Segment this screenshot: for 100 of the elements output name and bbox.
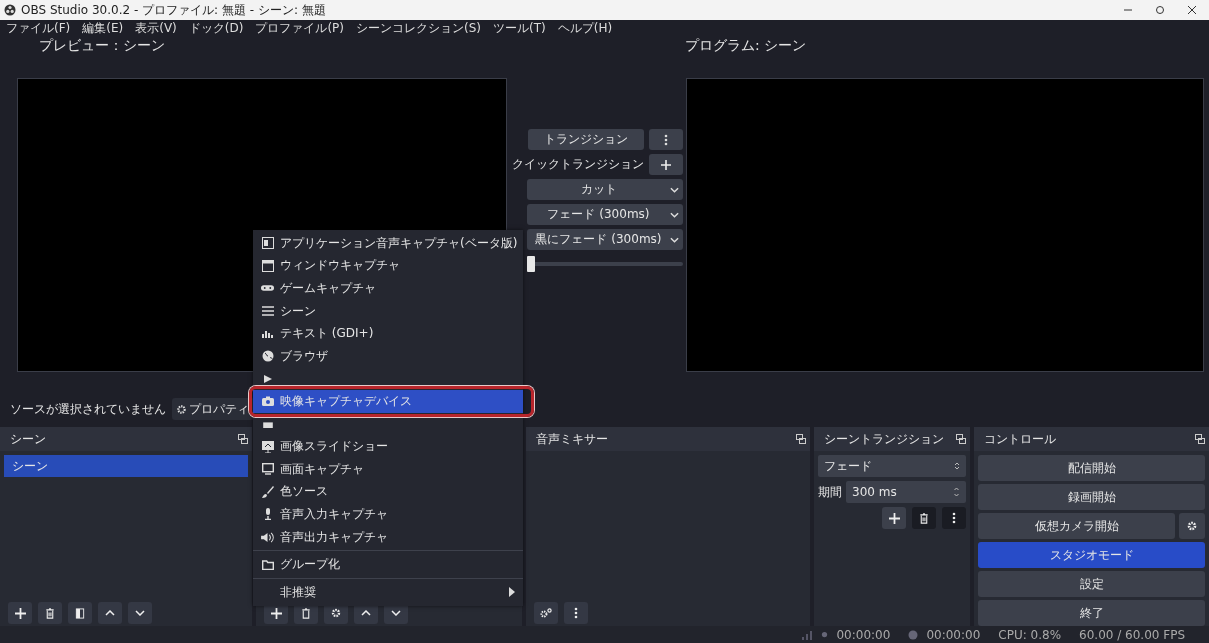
transition-button[interactable]: トランジション <box>528 129 644 150</box>
plus-icon <box>270 607 282 619</box>
dots-icon <box>574 607 578 619</box>
move-up-button[interactable] <box>98 602 122 624</box>
menu-item[interactable]: 音声出力キャプチャ <box>253 525 523 549</box>
globe-icon <box>261 350 274 363</box>
undock-icon[interactable] <box>956 434 966 444</box>
submenu-arrow-icon <box>509 587 515 598</box>
microphone-icon <box>262 508 273 521</box>
menu-item[interactable]: 映像キャプチャデバイス <box>253 390 523 413</box>
menu-item[interactable]: ヘルプ(H) <box>557 19 613 37</box>
stream-dot-icon <box>821 631 829 638</box>
menu-item[interactable]: 音声入力キャプチャ <box>253 503 523 526</box>
properties-button[interactable]: プロパティ <box>172 398 254 420</box>
duration-label: 期間 <box>818 483 842 501</box>
quick-transition-button[interactable]: カット <box>527 179 683 200</box>
menu-item[interactable]: ウィンドウキャプチャ <box>253 254 523 278</box>
quick-transition-label: クイックトランジション <box>512 156 644 173</box>
remove-button[interactable] <box>38 602 62 624</box>
source-status: ソースが選択されていません <box>10 400 166 418</box>
dots-icon <box>664 133 668 146</box>
menu-item[interactable]: ファイル(F) <box>6 19 71 37</box>
dock-title: シーン <box>10 430 46 448</box>
undock-icon[interactable] <box>796 434 806 444</box>
more-button[interactable] <box>564 602 588 624</box>
quick-transition-button[interactable]: フェード (300ms) <box>527 204 683 225</box>
menu-item[interactable]: 非推奨 <box>253 580 523 604</box>
record-dot-icon <box>908 629 919 640</box>
menu-item[interactable]: 編集(E) <box>82 19 124 37</box>
plus-icon <box>14 607 26 619</box>
menu-item[interactable]: ドック(D) <box>188 19 244 37</box>
menu-item[interactable]: 色ソース <box>253 480 523 504</box>
transition-slider[interactable] <box>527 256 683 272</box>
undock-icon[interactable] <box>238 434 248 444</box>
app-logo-icon <box>4 4 16 16</box>
trash-icon <box>301 607 311 619</box>
chevron-up-icon <box>361 610 371 616</box>
menu-item[interactable]: ツール(T) <box>493 19 546 37</box>
menu-item[interactable]: 画面キャプチャ <box>253 457 523 481</box>
menu-item[interactable]: シーンコレクション(S) <box>356 19 481 37</box>
gear-icon <box>177 404 186 414</box>
camera-icon <box>261 396 274 407</box>
brush-icon <box>261 485 274 498</box>
dock-title: シーントランジション <box>824 430 944 448</box>
transition-select[interactable]: フェード <box>818 455 966 477</box>
chevron-down-icon <box>670 236 679 243</box>
menu-item[interactable]: シーン <box>253 299 523 323</box>
duration-field[interactable]: 300 ms <box>846 481 966 503</box>
control-button[interactable]: 録画開始 <box>978 484 1205 510</box>
filters-button[interactable] <box>68 602 92 624</box>
control-button[interactable]: 設定 <box>978 571 1205 597</box>
menu-item[interactable]: 表示(V) <box>135 19 177 37</box>
menu-item[interactable]: ゲームキャプチャ <box>253 277 523 300</box>
preview-label: プレビュー：シーン <box>39 36 166 55</box>
filter-icon <box>75 607 85 619</box>
image-icon <box>261 420 274 429</box>
stream-time: 00:00:00 <box>836 627 891 642</box>
add-button[interactable] <box>8 602 32 624</box>
gear-icon <box>1187 521 1197 531</box>
control-button[interactable]: スタジオモード <box>978 542 1205 568</box>
menu-item[interactable]: アプリケーション音声キャプチャ(ベータ版) <box>253 232 523 255</box>
chevron-down-icon <box>135 610 145 616</box>
quick-transition-button[interactable]: 黒にフェード (300ms) <box>527 229 683 250</box>
window-icon <box>261 259 274 272</box>
close-icon[interactable] <box>1187 5 1197 15</box>
remove-button[interactable] <box>912 507 936 529</box>
gamepad-icon <box>261 284 274 293</box>
spin-arrows-icon <box>953 486 960 498</box>
menu-item[interactable]: グループ化 <box>253 553 523 576</box>
plus-icon <box>888 512 900 524</box>
cpu-usage: CPU: 0.8% <box>998 627 1062 642</box>
menu-item[interactable]: テキスト (GDI+) <box>253 322 523 345</box>
slider-thumb[interactable] <box>527 256 535 272</box>
move-down-button[interactable] <box>128 602 152 624</box>
menu-item[interactable]: 画像スライドショー <box>253 435 523 458</box>
dock-title: 音声ミキサー <box>536 430 608 448</box>
chevron-down-icon <box>670 186 679 193</box>
control-button[interactable]: 終了 <box>978 600 1205 626</box>
monitor-icon <box>261 463 274 476</box>
scene-item[interactable]: シーン <box>4 455 248 477</box>
settings-button[interactable] <box>1179 513 1205 539</box>
folder-icon <box>261 559 274 570</box>
undock-icon[interactable] <box>1195 434 1205 444</box>
list-icon <box>261 306 274 317</box>
menu-item[interactable]: プロファイル(P) <box>255 19 344 37</box>
advanced-audio-button[interactable] <box>534 602 558 624</box>
window-title: OBS Studio 30.0.2 - プロファイル: 無題 - シーン: 無題 <box>21 1 326 19</box>
plus-icon <box>661 159 671 170</box>
restore-icon[interactable] <box>1155 5 1165 15</box>
more-button[interactable] <box>942 507 966 529</box>
add-button[interactable] <box>649 154 683 175</box>
menu-item[interactable]: ブラウザ <box>253 344 523 368</box>
chevron-up-icon <box>105 610 115 616</box>
add-button[interactable] <box>882 507 906 529</box>
control-button[interactable]: 仮想カメラ開始 <box>978 513 1175 539</box>
record-time: 00:00:00 <box>926 627 981 642</box>
program-label: プログラム: シーン <box>685 36 807 55</box>
control-button[interactable]: 配信開始 <box>978 455 1205 481</box>
chevron-down-icon <box>670 211 679 218</box>
dock-title: コントロール <box>984 430 1056 448</box>
